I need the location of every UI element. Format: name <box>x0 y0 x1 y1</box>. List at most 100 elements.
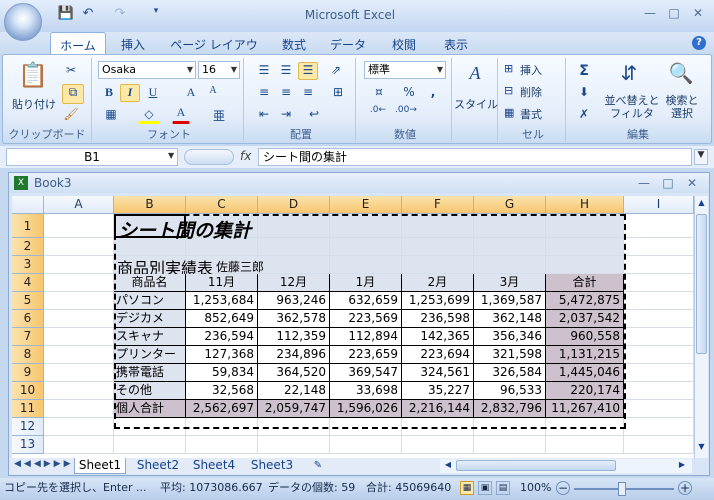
grid-cell[interactable] <box>330 214 402 238</box>
table-cell[interactable]: 33,698 <box>330 382 402 400</box>
grid-cell[interactable] <box>402 256 474 274</box>
tab-review[interactable]: 校閲 <box>382 36 426 54</box>
grid-cell[interactable] <box>624 274 694 292</box>
page-break-view-icon[interactable]: ▤ <box>496 481 510 495</box>
table-cell[interactable]: 2,832,796 <box>474 400 546 418</box>
grid-cell[interactable] <box>402 214 474 238</box>
align-right-icon[interactable]: ≡ <box>298 84 318 102</box>
grid-cell[interactable] <box>474 256 546 274</box>
row-label-cell[interactable]: デジカメ <box>114 310 186 328</box>
grid-cell[interactable] <box>474 418 546 436</box>
table-cell[interactable]: 852,649 <box>186 310 258 328</box>
table-cell[interactable]: 142,365 <box>402 328 474 346</box>
grid-cell[interactable] <box>44 418 114 436</box>
grid-cell[interactable] <box>330 238 402 256</box>
row-header[interactable]: 11 <box>12 400 44 418</box>
table-cell[interactable]: 236,594 <box>186 328 258 346</box>
increase-indent-icon[interactable]: ⇥ <box>276 106 296 124</box>
sheet-tab-1[interactable]: Sheet1 <box>74 458 126 474</box>
grid-cell[interactable] <box>258 256 330 274</box>
styles-button[interactable]: スタイル <box>454 96 498 112</box>
table-cell[interactable]: 1,369,587 <box>474 292 546 310</box>
font-name-select[interactable]: Osaka ▼ <box>98 61 196 79</box>
table-cell[interactable]: 326,584 <box>474 364 546 382</box>
row-header[interactable]: 9 <box>12 364 44 382</box>
page-layout-view-icon[interactable]: ▣ <box>478 481 492 495</box>
normal-view-icon[interactable]: ▦ <box>460 481 474 495</box>
select-all-corner[interactable] <box>12 196 44 214</box>
fill-color-icon[interactable]: ◇ <box>138 106 160 124</box>
row-header[interactable]: 13 <box>12 436 44 454</box>
undo-icon[interactable]: ↶ <box>78 6 98 24</box>
table-cell[interactable]: 234,896 <box>258 346 330 364</box>
grid-cell[interactable] <box>624 292 694 310</box>
italic-button[interactable]: I <box>120 84 140 102</box>
paste-button[interactable]: 貼り付け <box>12 96 60 112</box>
grid-cell[interactable] <box>44 310 114 328</box>
grid-cell[interactable] <box>546 256 624 274</box>
clear-icon[interactable]: ✗ <box>574 106 594 124</box>
scroll-left-icon[interactable]: ◀ <box>442 460 454 472</box>
fill-icon[interactable]: ⬇ <box>574 84 594 102</box>
table-cell[interactable]: 59,834 <box>186 364 258 382</box>
customize-icon[interactable]: ▾ <box>146 6 166 24</box>
align-left-icon[interactable]: ≡ <box>254 84 274 102</box>
column-header[interactable]: I <box>624 196 694 214</box>
table-cell[interactable]: 1,253,684 <box>186 292 258 310</box>
grid-cell[interactable] <box>624 400 694 418</box>
wb-minimize-icon[interactable]: — <box>634 176 654 194</box>
grid-cell[interactable] <box>186 418 258 436</box>
table-cell[interactable]: 960,558 <box>546 328 624 346</box>
table-cell[interactable]: 1,253,699 <box>402 292 474 310</box>
scroll-down-icon[interactable]: ▼ <box>696 442 707 454</box>
row-header[interactable]: 2 <box>12 238 44 256</box>
grid-cell[interactable] <box>44 400 114 418</box>
grid-cell[interactable] <box>624 238 694 256</box>
grid-cell[interactable] <box>44 214 114 238</box>
grid-cell[interactable] <box>624 364 694 382</box>
copy-icon[interactable]: ⧉ <box>62 84 84 104</box>
sheet-nav-icons[interactable]: ◀◀◀▶▶▶ <box>14 459 71 469</box>
table-header-cell[interactable]: 2月 <box>402 274 474 292</box>
table-cell[interactable]: 5,472,875 <box>546 292 624 310</box>
column-header[interactable]: H <box>546 196 624 214</box>
number-format-select[interactable]: 標準 ▼ <box>364 61 446 79</box>
table-cell[interactable]: 1,445,046 <box>546 364 624 382</box>
grid-cell[interactable] <box>624 382 694 400</box>
grid-cell[interactable] <box>624 256 694 274</box>
decrease-decimal-icon[interactable]: .00→ <box>394 104 418 124</box>
table-cell[interactable]: 632,659 <box>330 292 402 310</box>
grid-cell[interactable] <box>44 346 114 364</box>
row-header[interactable]: 3 <box>12 256 44 274</box>
grid-cell[interactable] <box>624 214 694 238</box>
column-header[interactable]: D <box>258 196 330 214</box>
row-header[interactable]: 8 <box>12 346 44 364</box>
table-cell[interactable]: 223,569 <box>330 310 402 328</box>
row-header[interactable]: 12 <box>12 418 44 436</box>
grid-cell[interactable] <box>330 256 402 274</box>
increase-decimal-icon[interactable]: .0← <box>366 104 390 124</box>
table-cell[interactable]: 223,694 <box>402 346 474 364</box>
find-select-button[interactable]: 検索と 選択 <box>660 94 704 120</box>
grid-cell[interactable] <box>258 436 330 454</box>
grid-cell[interactable] <box>258 214 330 238</box>
grid-cell[interactable] <box>330 436 402 454</box>
table-cell[interactable]: 1,596,026 <box>330 400 402 418</box>
align-middle-icon[interactable]: ☰ <box>276 62 296 80</box>
styles-icon[interactable]: A <box>460 62 490 90</box>
table-header-cell[interactable]: 1月 <box>330 274 402 292</box>
format-cells-button[interactable]: 書式 <box>520 106 560 122</box>
close-icon[interactable]: ✕ <box>688 6 708 24</box>
table-cell[interactable]: 963,246 <box>258 292 330 310</box>
autosum-button[interactable]: Σ <box>574 62 594 80</box>
vertical-scroll-thumb[interactable] <box>696 214 707 354</box>
restore-icon[interactable]: □ <box>664 6 684 24</box>
worksheet-grid[interactable]: ABCDEFGHI 1 2 3 4 5 6 7 8 9 10 11 12 13 シート間の集計 商品別実績… <box>12 196 694 458</box>
shrink-font-button[interactable]: A <box>204 84 222 102</box>
grid-cell[interactable] <box>402 418 474 436</box>
find-select-icon[interactable]: 🔍 <box>666 60 696 90</box>
table-cell[interactable]: 2,216,144 <box>402 400 474 418</box>
grid-cell[interactable] <box>402 436 474 454</box>
row-header[interactable]: 10 <box>12 382 44 400</box>
row-label-cell[interactable]: プリンター <box>114 346 186 364</box>
